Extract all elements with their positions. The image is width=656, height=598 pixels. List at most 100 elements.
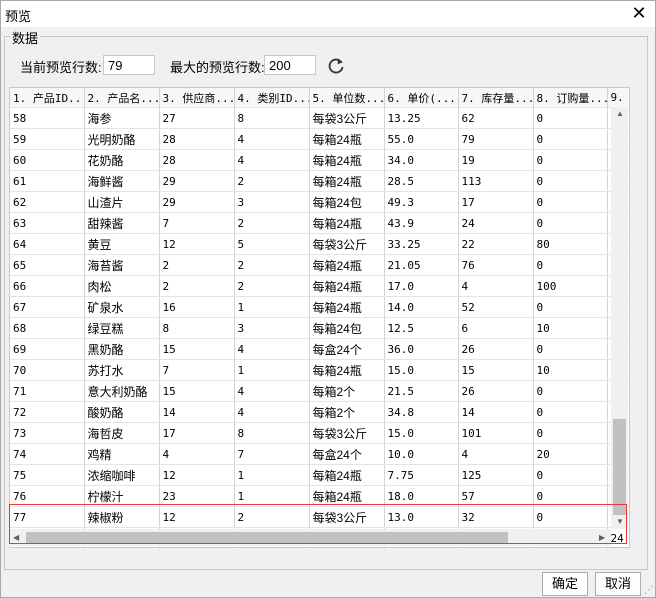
table-cell: 43.9 <box>384 212 459 234</box>
scroll-left-icon[interactable]: ◀ <box>13 533 19 542</box>
table-cell: 4 <box>234 380 310 402</box>
column-header[interactable]: 3. 供应商... <box>159 88 235 108</box>
table-row[interactable]: 72酸奶酪144每箱2个34.81400 <box>10 401 629 423</box>
table-cell: 21.05 <box>384 254 459 276</box>
table-row[interactable]: 64黄豆125每袋3公斤33.25228030 <box>10 233 629 255</box>
refresh-icon[interactable] <box>326 56 346 76</box>
table-cell: 33.25 <box>384 233 459 255</box>
table-cell: 2 <box>234 254 310 276</box>
table-row[interactable]: 68绿豆糕83每箱24包12.561015 <box>10 317 629 339</box>
table-cell: 每箱24瓶 <box>309 212 385 234</box>
table-cell: 每箱24瓶 <box>309 275 385 297</box>
table-row[interactable]: 71意大利奶酪154每箱2个21.52600 <box>10 380 629 402</box>
table-cell: 69 <box>10 338 85 360</box>
table-cell: 1 <box>234 296 310 318</box>
table-cell: 7 <box>234 443 310 465</box>
table-row[interactable]: 76柠檬汁231每箱24瓶18.057020 <box>10 485 629 507</box>
column-header[interactable]: 1. 产品ID... <box>10 88 85 108</box>
table-cell: 60 <box>10 149 85 171</box>
table-cell: 每箱24瓶 <box>309 128 385 150</box>
column-header[interactable]: 6. 单价(... <box>384 88 459 108</box>
table-cell: 每箱24瓶 <box>309 296 385 318</box>
ok-button[interactable]: 确定 <box>542 572 588 596</box>
table-cell: 每袋3公斤 <box>309 233 385 255</box>
table-cell: 意大利奶酪 <box>84 380 160 402</box>
table-cell: 2 <box>234 506 310 528</box>
table-cell: 海鲜酱 <box>84 170 160 192</box>
table-cell: 15 <box>159 380 235 402</box>
table-row[interactable]: 75浓缩咖啡121每箱24瓶7.75125025 <box>10 464 629 486</box>
table-cell: 矿泉水 <box>84 296 160 318</box>
table-cell: 海参 <box>84 107 160 129</box>
table-row[interactable]: 66肉松22每箱24瓶17.0410020 <box>10 275 629 297</box>
column-header[interactable]: 8. 订购量... <box>533 88 608 108</box>
horizontal-scrollbar[interactable]: ◀ ▶ <box>9 529 611 546</box>
table-cell: 19 <box>458 149 534 171</box>
group-title: 数据 <box>10 28 41 47</box>
table-cell: 每箱24瓶 <box>309 485 385 507</box>
scroll-right-icon[interactable]: ▶ <box>599 533 605 542</box>
table-cell: 4 <box>458 443 534 465</box>
table-cell: 4 <box>159 443 235 465</box>
table-cell: 34.8 <box>384 401 459 423</box>
table-cell: 光明奶酪 <box>84 128 160 150</box>
column-header[interactable]: 5. 单位数... <box>309 88 385 108</box>
table-cell: 62 <box>10 191 85 213</box>
column-header[interactable]: 9. <box>607 88 629 108</box>
table-cell: 61 <box>10 170 85 192</box>
close-icon[interactable]: ✕ <box>629 3 649 23</box>
table-cell: 每箱2个 <box>309 380 385 402</box>
table-row[interactable]: 65海苔酱22每箱24瓶21.057600 <box>10 254 629 276</box>
column-header[interactable]: 2. 产品名... <box>84 88 160 108</box>
scroll-down-icon[interactable]: ▼ <box>616 517 624 526</box>
table-row[interactable]: 61海鲜酱292每箱24瓶28.5113025 <box>10 170 629 192</box>
table-cell: 113 <box>458 170 534 192</box>
table-row[interactable]: 77辣椒粉122每袋3公斤13.032015 <box>10 506 629 528</box>
table-row[interactable]: 73海哲皮178每袋3公斤15.010105 <box>10 422 629 444</box>
table-cell: 海苔酱 <box>84 254 160 276</box>
table-row[interactable]: 63甜辣酱72每箱24瓶43.92405 <box>10 212 629 234</box>
table-row[interactable]: 59光明奶酪284每箱24瓶55.07900 <box>10 128 629 150</box>
resize-grip-icon[interactable]: ⋰ <box>644 585 654 596</box>
table-cell: 15 <box>159 338 235 360</box>
table-row[interactable]: 69黑奶酪154每盒24个36.026015 <box>10 338 629 360</box>
vertical-scrollbar[interactable]: ▲ ▼ <box>611 107 628 529</box>
table-row[interactable]: 60花奶酪284每箱24瓶34.01900 <box>10 149 629 171</box>
table-cell: 63 <box>10 212 85 234</box>
column-header[interactable]: 7. 库存量... <box>458 88 534 108</box>
table-row[interactable]: 70苏打水71每箱24瓶15.0151030 <box>10 359 629 381</box>
cancel-button[interactable]: 取消 <box>595 572 641 596</box>
table-row[interactable]: 74鸡精47每盒24个10.04205 <box>10 443 629 465</box>
table-cell: 黄豆 <box>84 233 160 255</box>
table-cell: 101 <box>458 422 534 444</box>
table-cell: 山渣片 <box>84 191 160 213</box>
table-cell: 4 <box>234 401 310 423</box>
data-table[interactable]: 1. 产品ID... 2. 产品名... 3. 供应商... 4. 类别ID... 5.… <box>9 87 630 548</box>
table-cell: 10 <box>533 317 608 339</box>
table-cell: 苏打水 <box>84 359 160 381</box>
title-bar[interactable]: 预览 ✕ <box>1 1 655 27</box>
scroll-up-icon[interactable]: ▲ <box>616 109 624 118</box>
table-cell: 2 <box>234 275 310 297</box>
table-cell: 每袋3公斤 <box>309 107 385 129</box>
table-row[interactable]: 67矿泉水161每箱24瓶14.052010 <box>10 296 629 318</box>
table-row[interactable]: 62山渣片293每箱24包49.31700 <box>10 191 629 213</box>
table-cell: 0 <box>533 212 608 234</box>
current-rows-field[interactable]: 79 <box>103 55 155 75</box>
table-cell: 花奶酪 <box>84 149 160 171</box>
table-cell: 15.0 <box>384 422 459 444</box>
table-cell: 0 <box>533 170 608 192</box>
table-row[interactable]: 58海参278每袋3公斤13.2562020 <box>10 107 629 129</box>
table-header: 1. 产品ID... 2. 产品名... 3. 供应商... 4. 类别ID... 5.… <box>10 88 629 108</box>
table-cell: 28.5 <box>384 170 459 192</box>
table-cell: 26 <box>458 338 534 360</box>
table-cell: 7 <box>159 359 235 381</box>
max-rows-label: 最大的预览行数: <box>170 60 265 75</box>
max-rows-field[interactable]: 200 <box>264 55 316 75</box>
table-cell: 14 <box>458 401 534 423</box>
vertical-scroll-thumb[interactable] <box>613 419 626 515</box>
column-header[interactable]: 4. 类别ID... <box>234 88 310 108</box>
table-cell: 每箱24包 <box>309 317 385 339</box>
table-cell: 49.3 <box>384 191 459 213</box>
horizontal-scroll-thumb[interactable] <box>26 532 508 543</box>
